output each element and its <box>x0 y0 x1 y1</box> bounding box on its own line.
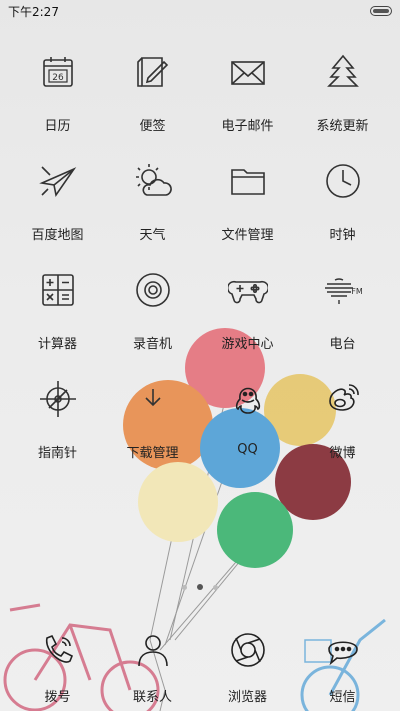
app-label: 浏览器 <box>227 690 267 705</box>
app-label: 微博 <box>329 446 356 461</box>
dock-phone[interactable]: 拨号 <box>10 626 105 705</box>
qq-icon <box>226 377 270 421</box>
app-downloads[interactable]: 下载管理 <box>105 375 200 484</box>
app-baidu-map[interactable]: 百度地图 <box>10 157 105 266</box>
app-label: 天气 <box>139 228 166 243</box>
app-label: 短信 <box>329 690 356 705</box>
app-label: 时钟 <box>329 228 356 243</box>
dock-sms[interactable]: 短信 <box>295 626 390 705</box>
page-dot[interactable] <box>213 584 218 590</box>
browser-icon <box>226 628 270 672</box>
map-icon <box>36 159 80 203</box>
app-radio[interactable]: FM 电台 <box>295 266 390 375</box>
page-dot-active[interactable] <box>197 584 203 590</box>
clock-icon <box>321 159 365 203</box>
gamepad-icon <box>226 268 270 312</box>
app-label: 系统更新 <box>316 119 369 134</box>
phone-icon <box>36 628 80 672</box>
app-label: 游戏中心 <box>221 337 274 352</box>
calendar-icon: 26 <box>36 50 80 94</box>
dock: 拨号 联系人 浏览器 短信 <box>10 626 390 705</box>
battery-icon <box>370 6 392 16</box>
sms-icon <box>321 628 365 672</box>
app-weibo[interactable]: 微博 <box>295 375 390 484</box>
status-bar: 下午2:27 <box>0 0 400 22</box>
app-recorder[interactable]: 录音机 <box>105 266 200 375</box>
app-files[interactable]: 文件管理 <box>200 157 295 266</box>
app-label: 日历 <box>44 119 71 134</box>
app-weather[interactable]: 天气 <box>105 157 200 266</box>
dock-contacts[interactable]: 联系人 <box>105 626 200 705</box>
app-game-center[interactable]: 游戏中心 <box>200 266 295 375</box>
page-dot[interactable] <box>182 584 187 590</box>
app-label: 计算器 <box>37 337 77 352</box>
folder-icon <box>226 159 270 203</box>
app-mail[interactable]: 电子邮件 <box>200 48 295 157</box>
mail-icon <box>226 50 270 94</box>
app-label: 录音机 <box>132 337 172 352</box>
weather-icon <box>131 159 175 203</box>
app-notes[interactable]: 便签 <box>105 48 200 157</box>
app-grid: 26 日历 便签 电子邮件 系统更新 百度地图 天气 文件管理 时钟 计算器 录… <box>10 48 390 484</box>
app-update[interactable]: 系统更新 <box>295 48 390 157</box>
calculator-icon <box>36 268 80 312</box>
recorder-icon <box>131 268 175 312</box>
app-label: 拨号 <box>44 690 71 705</box>
weibo-icon <box>321 377 365 421</box>
svg-text:FM: FM <box>351 287 363 296</box>
status-time: 下午2:27 <box>8 4 59 19</box>
note-icon <box>131 50 175 94</box>
page-indicator[interactable] <box>0 582 400 592</box>
radio-icon: FM <box>321 268 365 312</box>
app-label: 便签 <box>139 119 166 134</box>
app-label: 电子邮件 <box>221 119 274 134</box>
svg-text:26: 26 <box>52 73 64 83</box>
app-label: QQ <box>237 442 258 457</box>
app-label: 联系人 <box>132 690 172 705</box>
download-icon <box>131 377 175 421</box>
app-qq[interactable]: QQ <box>200 375 295 484</box>
dock-browser[interactable]: 浏览器 <box>200 626 295 705</box>
app-compass[interactable]: 指南针 <box>10 375 105 484</box>
update-icon <box>321 50 365 94</box>
contacts-icon <box>131 628 175 672</box>
app-clock[interactable]: 时钟 <box>295 157 390 266</box>
app-label: 指南针 <box>37 446 77 461</box>
app-calendar[interactable]: 26 日历 <box>10 48 105 157</box>
app-label: 下载管理 <box>126 446 179 461</box>
compass-icon <box>36 377 80 421</box>
app-label: 文件管理 <box>221 228 274 243</box>
app-label: 电台 <box>329 337 356 352</box>
app-calculator[interactable]: 计算器 <box>10 266 105 375</box>
app-label: 百度地图 <box>31 228 84 243</box>
